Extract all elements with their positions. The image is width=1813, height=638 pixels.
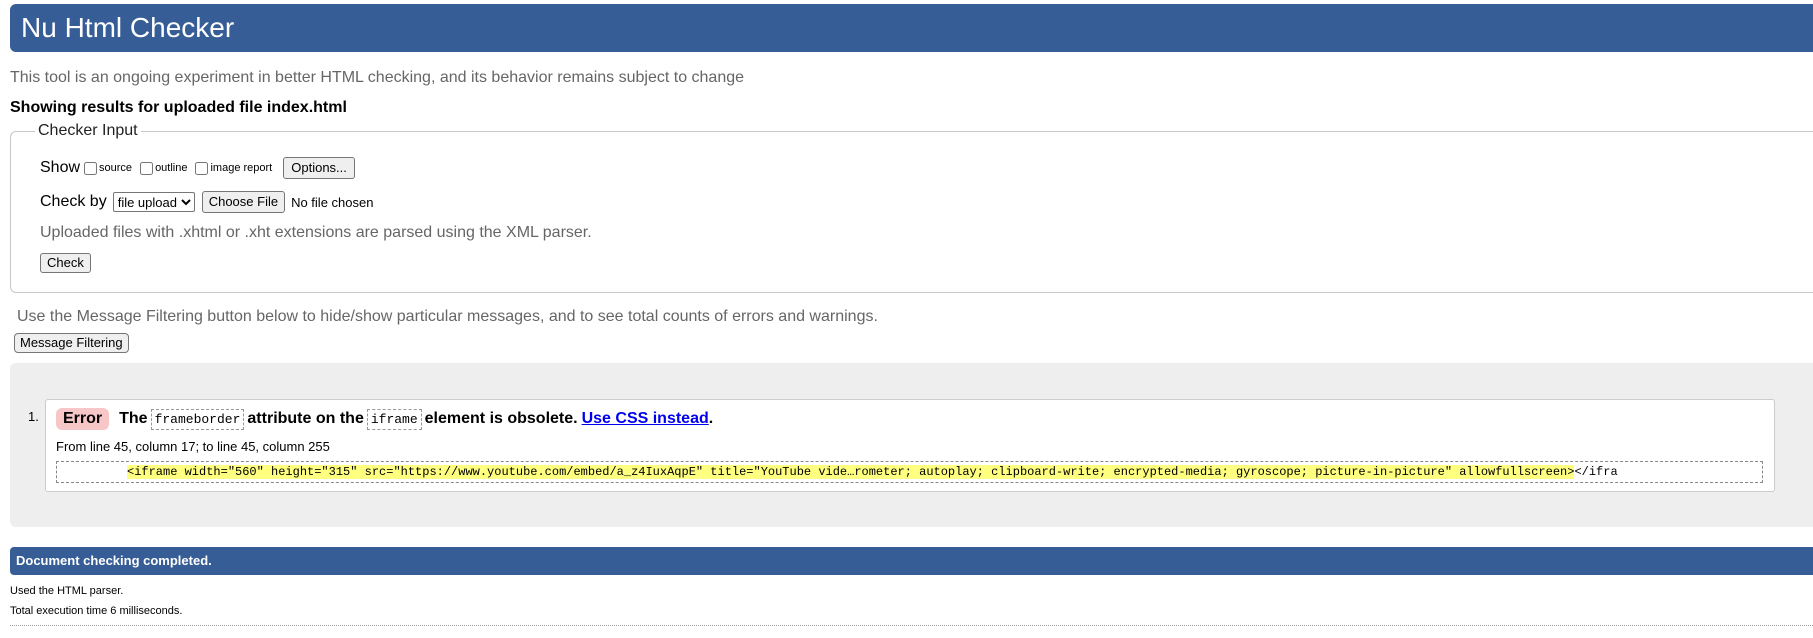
message-filtering-button[interactable]: Message Filtering (14, 333, 129, 353)
intro-text: This tool is an ongoing experiment in be… (10, 69, 745, 86)
outline-label: outline (155, 162, 188, 174)
choose-file-button[interactable]: Choose File (201, 191, 286, 213)
show-options-row: Show source outline image report Options… (40, 157, 355, 179)
check-button[interactable]: Check (40, 253, 91, 273)
message-number: 1. (28, 409, 39, 424)
error-text-after: element is obsolete. (424, 410, 578, 427)
check-by-label: Check by (40, 193, 107, 210)
source-option[interactable]: source (84, 161, 133, 175)
error-message: Error The frameborder attribute on the i… (45, 399, 1775, 492)
extract-highlight: <iframe width="560" height="315" src="ht… (127, 465, 1575, 479)
results-heading: Showing results for uploaded file index.… (10, 99, 347, 116)
xml-parser-note: Uploaded files with .xhtml or .xht exten… (40, 224, 592, 241)
show-label: Show (40, 159, 81, 176)
page-title: Nu Html Checker (21, 12, 235, 43)
footer-divider (10, 625, 1813, 626)
error-badge: Error (56, 408, 110, 430)
image-report-option[interactable]: image report (195, 161, 273, 175)
source-label: source (99, 162, 133, 174)
error-text-before: The (119, 410, 148, 427)
element-code: iframe (366, 408, 422, 430)
checker-input-legend: Checker Input (35, 120, 141, 142)
error-summary: Error The frameborder attribute on the i… (56, 408, 713, 430)
results-panel: 1. Error The frameborder attribute on th… (10, 363, 1813, 527)
check-by-row: Check by file upload Choose File No file… (40, 191, 373, 213)
error-text-middle: attribute on the (247, 410, 364, 427)
checker-input-panel: Checker Input Show source outline image … (10, 120, 1813, 293)
image-report-checkbox[interactable] (195, 161, 209, 175)
use-css-link[interactable]: Use CSS instead (582, 410, 709, 428)
error-location: From line 45, column 17; to line 45, col… (56, 439, 330, 454)
options-button[interactable]: Options... (283, 157, 355, 179)
header-bar: Nu Html Checker (10, 4, 1813, 52)
filtering-note: Use the Message Filtering button below t… (17, 308, 878, 325)
check-by-select[interactable]: file upload (112, 192, 195, 212)
execution-time: Total execution time 6 milliseconds. (10, 605, 183, 617)
no-file-text: No file chosen (291, 194, 374, 210)
code-extract: <iframe width="560" height="315" src="ht… (56, 461, 1763, 483)
error-period: . (708, 410, 714, 427)
outline-option[interactable]: outline (140, 161, 188, 175)
completion-bar: Document checking completed. (10, 547, 1813, 575)
source-checkbox[interactable] (84, 161, 98, 175)
outline-checkbox[interactable] (140, 161, 154, 175)
attribute-code: frameborder (150, 408, 245, 430)
parser-info: Used the HTML parser. (10, 585, 124, 597)
image-report-label: image report (210, 162, 273, 174)
extract-tail: </ifra (1574, 465, 1618, 479)
